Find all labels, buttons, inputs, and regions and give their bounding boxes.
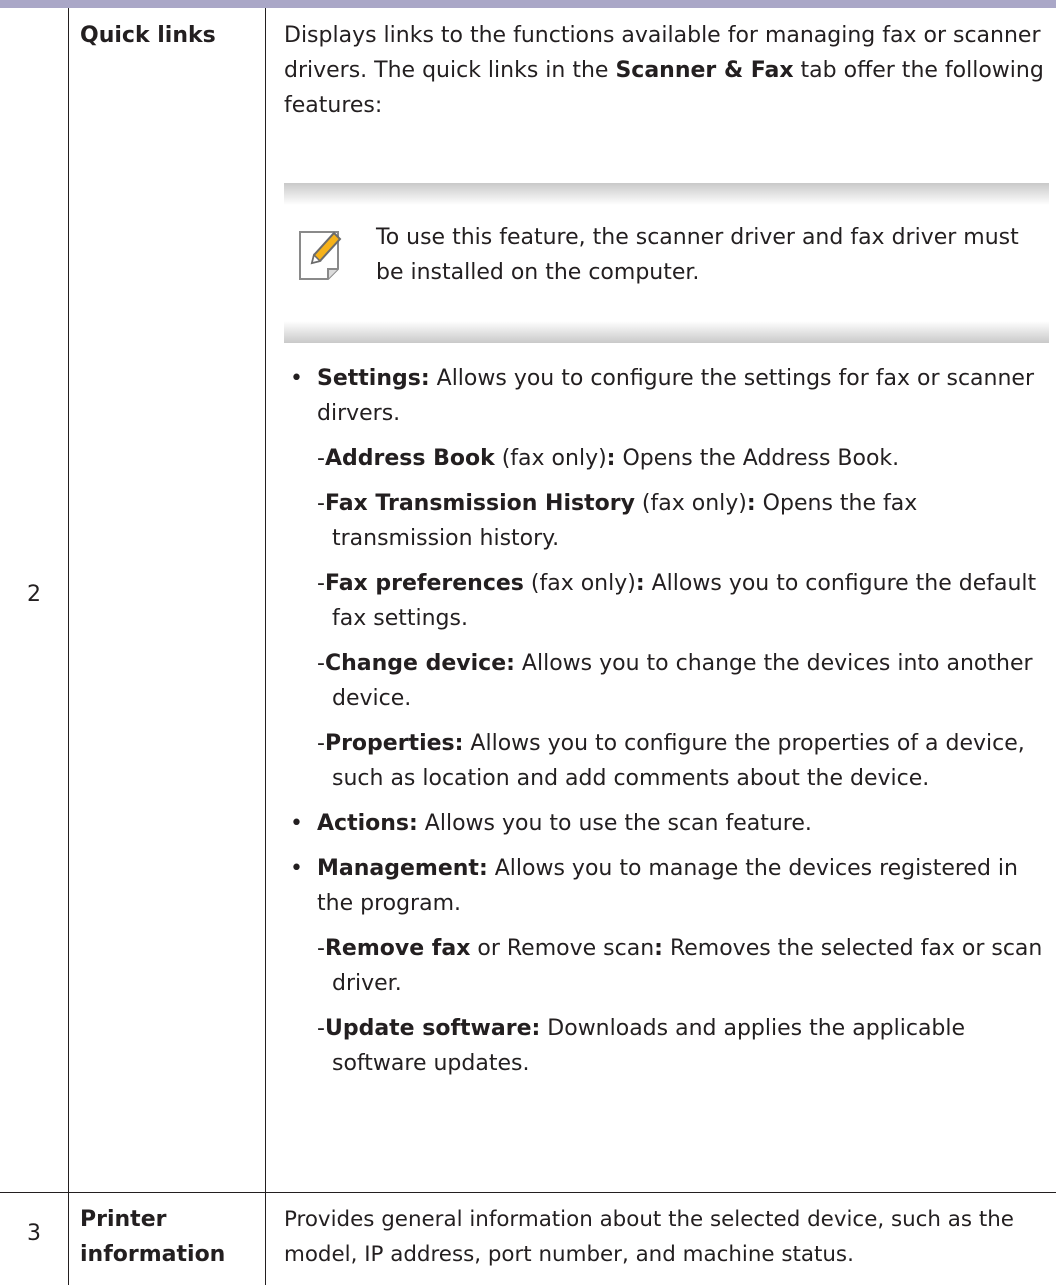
row-number: 3 (27, 1221, 41, 1246)
sub-qualifier: or Remove scan (470, 936, 655, 961)
note-pencil-icon (299, 231, 342, 280)
sub-item-update-software: -Update software: Downloads and applies … (284, 1011, 1049, 1081)
sub-item-remove: -Remove fax or Remove scan: Removes the … (284, 931, 1049, 1001)
note-text: To use this feature, the scanner driver … (376, 225, 1019, 285)
row-divider (0, 1192, 1056, 1193)
sub-item-properties: -Properties: Allows you to configure the… (284, 726, 1049, 796)
item-term: Settings: (317, 366, 430, 391)
dash-marker: - (317, 651, 325, 676)
sub-qualifier: (fax only) (494, 446, 607, 471)
item-text: Allows you to use the scan feature. (417, 811, 812, 836)
sub-item-address-book: -Address Book (fax only): Opens the Addr… (284, 441, 1049, 476)
bullet-icon: • (290, 811, 303, 836)
dash-marker: - (317, 936, 325, 961)
sub-term: Address Book (324, 446, 495, 471)
list-item-management: • Management: Allows you to manage the d… (284, 851, 1049, 921)
dash-marker: - (317, 446, 325, 471)
sub-colon: : (746, 491, 756, 516)
intro-tab-name: Scanner & Fax (615, 58, 794, 83)
sub-term: Properties: (324, 731, 464, 756)
bullet-icon: • (290, 856, 303, 881)
column-divider (68, 8, 69, 1285)
sub-colon: : (635, 571, 645, 596)
sub-qualifier: (fax only) (523, 571, 636, 596)
row-label: Quick links (80, 23, 216, 48)
row-label: Printer information (80, 1207, 226, 1267)
row-description: Provides general information about the s… (284, 1207, 1014, 1267)
sub-text: Opens the Address Book. (615, 446, 900, 471)
sub-item-fax-preferences: -Fax preferences (fax only): Allows you … (284, 566, 1049, 636)
item-term: Management: (317, 856, 488, 881)
sub-term: Change device: (324, 651, 515, 676)
bullet-icon: • (290, 366, 303, 391)
item-term: Actions: (317, 811, 418, 836)
dash-marker: - (317, 1016, 325, 1041)
sub-colon: : (654, 936, 663, 961)
sub-item-change-device: -Change device: Allows you to change the… (284, 646, 1049, 716)
feature-list: • Settings: Allows you to configure the … (284, 361, 1049, 1091)
list-item-settings: • Settings: Allows you to configure the … (284, 361, 1049, 431)
sub-qualifier: (fax only) (634, 491, 747, 516)
dash-marker: - (317, 731, 325, 756)
sub-term: Fax preferences (324, 571, 524, 596)
column-divider (265, 8, 266, 1285)
sub-term: Update software: (324, 1016, 541, 1041)
sub-term: Remove fax (324, 936, 471, 961)
row-description: Displays links to the functions availabl… (284, 18, 1044, 123)
dash-marker: - (317, 571, 325, 596)
dash-marker: - (317, 491, 325, 516)
table-top-rule (0, 0, 1056, 8)
note-box: To use this feature, the scanner driver … (284, 183, 1049, 343)
row-number: 2 (27, 582, 41, 607)
sub-item-fax-history: -Fax Transmission History (fax only): Op… (284, 486, 1049, 556)
list-item-actions: • Actions: Allows you to use the scan fe… (284, 806, 1049, 841)
feature-table: 2 Quick links Displays links to the func… (0, 8, 1056, 1285)
sub-term: Fax Transmission History (324, 491, 635, 516)
